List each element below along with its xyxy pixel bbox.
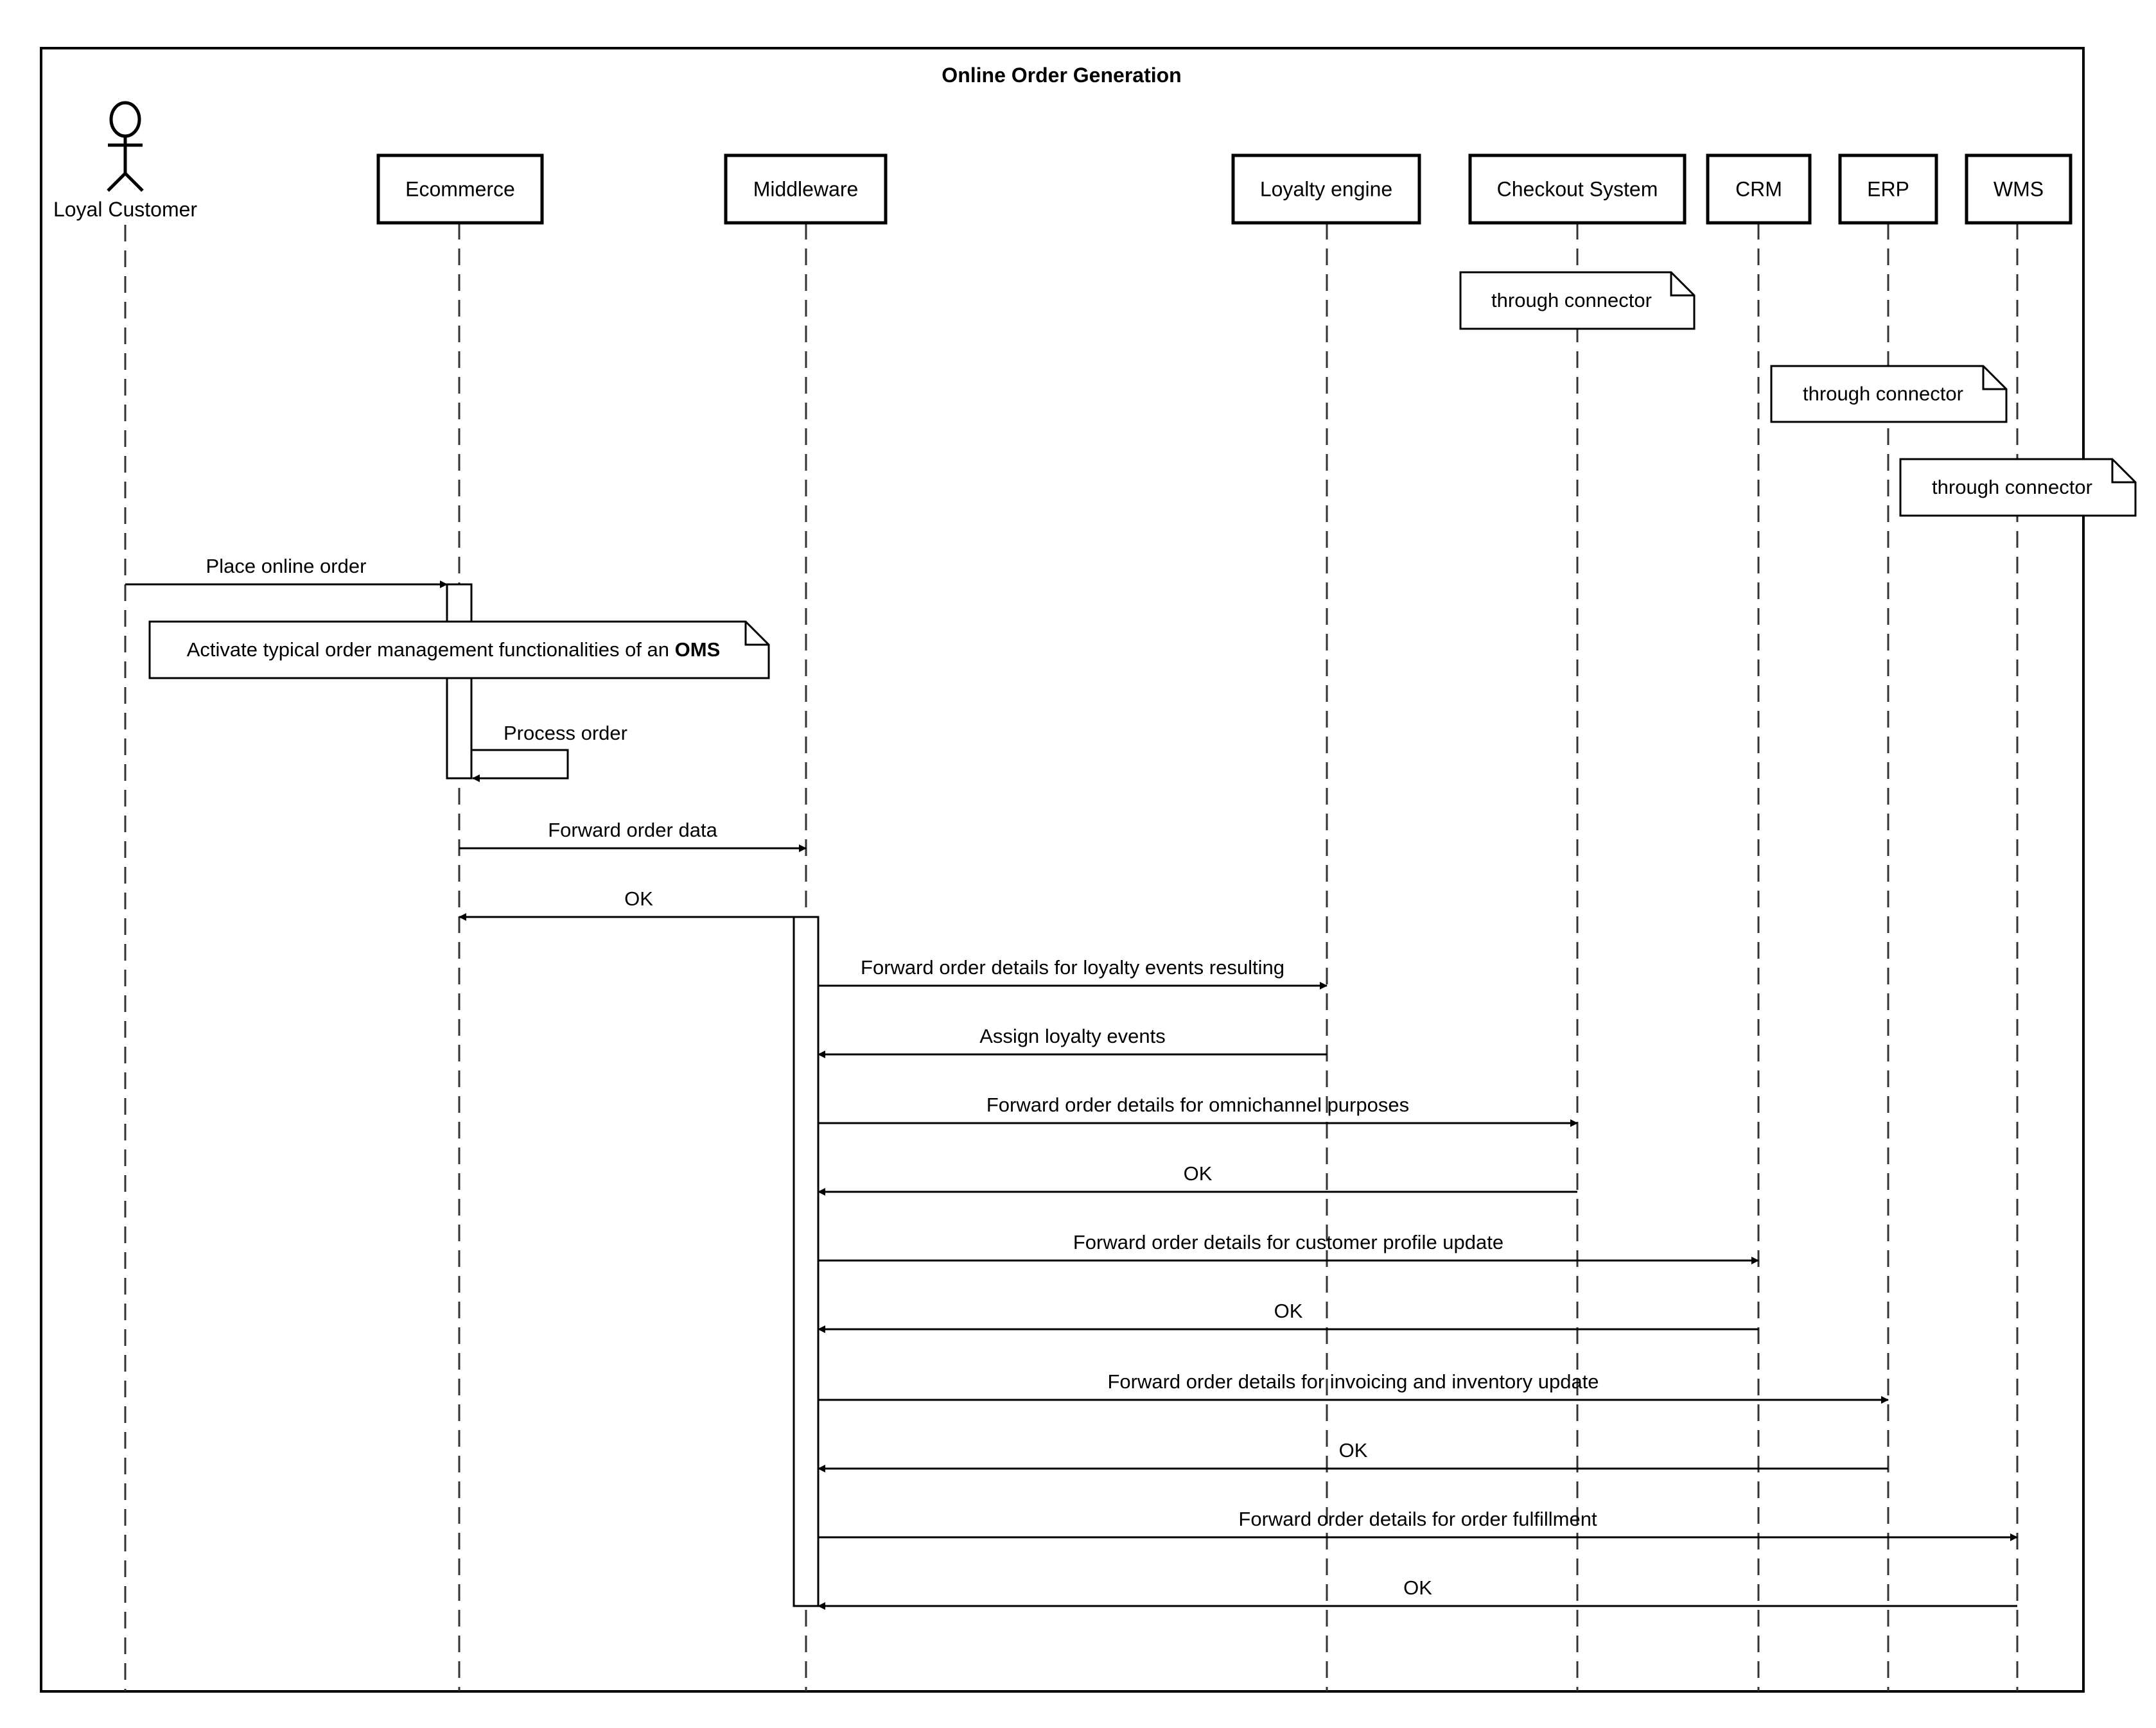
participant-ecommerce[interactable]: Ecommerce <box>376 153 544 225</box>
message-label: OK <box>1339 1439 1368 1462</box>
note[interactable]: through connector <box>1770 365 2008 423</box>
participant-label: Ecommerce <box>405 178 515 201</box>
message-label: Forward order details for omnichannel pu… <box>986 1094 1409 1116</box>
message-label: Forward order details for customer profi… <box>1073 1231 1503 1253</box>
participant-label: Loyal Customer <box>53 198 197 221</box>
participant-erp[interactable]: ERP <box>1838 153 1938 225</box>
participant-label: Loyalty engine <box>1260 178 1392 201</box>
activation-bar-ecommerce <box>446 583 473 780</box>
participant-loyalty[interactable]: Loyalty engine <box>1231 153 1421 225</box>
message-label: Process order <box>504 722 627 744</box>
participant-wms[interactable]: WMS <box>1965 153 2073 225</box>
message-label: OK <box>624 887 653 910</box>
participant-middleware[interactable]: Middleware <box>724 153 888 225</box>
message-label: Forward order details for order fulfillm… <box>1238 1508 1597 1530</box>
sequence-diagram: Online Order Generation Loyal Customer Ec… <box>40 47 2137 1693</box>
note-text: through connector <box>1491 289 1652 311</box>
message-label: Forward order details for invoicing and … <box>1107 1370 1599 1393</box>
participant-label: Middleware <box>753 178 859 201</box>
note[interactable]: Activate typical order management functi… <box>148 620 770 679</box>
message-label: Assign loyalty events <box>979 1025 1165 1047</box>
note-text: through connector <box>1803 383 1963 405</box>
participant-label: Checkout System <box>1497 178 1658 201</box>
message-label: OK <box>1184 1162 1213 1185</box>
participant-checkout[interactable]: Checkout System <box>1468 153 1687 225</box>
note[interactable]: through connector <box>1459 271 1696 330</box>
diagram-title: Online Order Generation <box>942 64 1181 87</box>
note-text: through connector <box>1932 476 2092 498</box>
participant-label: CRM <box>1735 178 1782 201</box>
message-label: Forward order data <box>548 819 717 841</box>
diagram-frame <box>40 47 2085 1693</box>
message-label: Forward order details for loyalty events… <box>861 956 1284 979</box>
note[interactable]: through connector <box>1899 458 2137 517</box>
activation-bar-middleware <box>793 916 819 1607</box>
participant-crm[interactable]: CRM <box>1706 153 1812 225</box>
message-label: Place online order <box>206 555 367 577</box>
note-text: Activate typical order management functi… <box>187 638 721 661</box>
participant-label: WMS <box>1994 178 2044 201</box>
participant-label: ERP <box>1867 178 1909 201</box>
message-label: OK <box>1274 1300 1303 1322</box>
message-label: OK <box>1403 1576 1432 1599</box>
